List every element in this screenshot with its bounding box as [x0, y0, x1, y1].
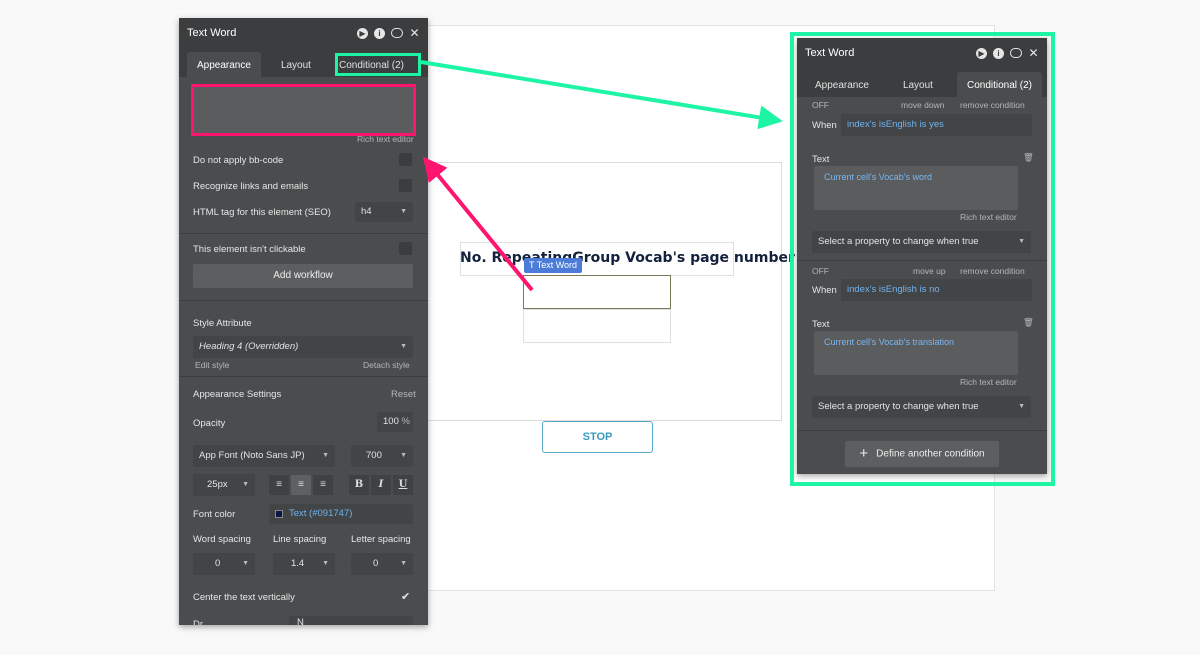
pink-arrow — [422, 156, 534, 292]
annotation-arrows — [420, 60, 783, 292]
green-arrow — [420, 60, 783, 130]
